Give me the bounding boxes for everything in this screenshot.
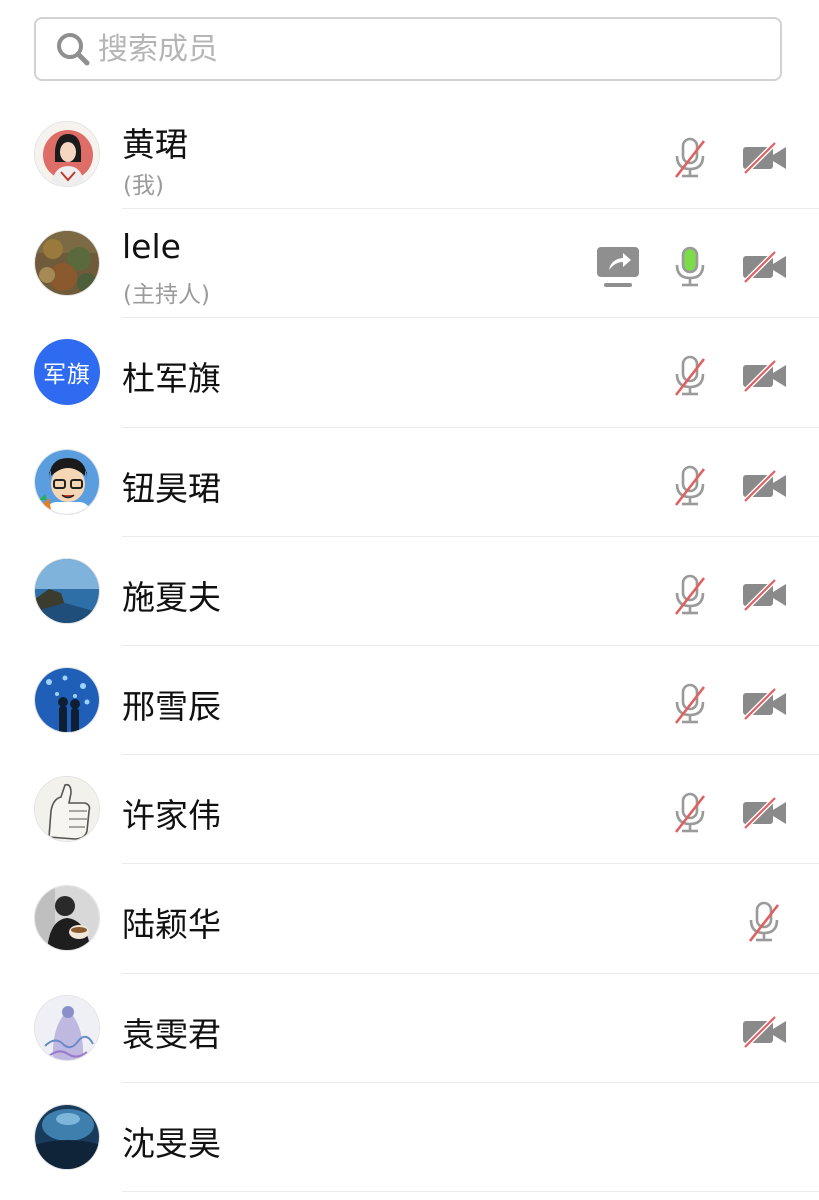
member-role: (主持人) <box>123 282 210 309</box>
mic-muted-icon[interactable] <box>668 354 712 398</box>
camera-off-icon[interactable] <box>740 136 790 180</box>
row-divider <box>122 1190 819 1192</box>
camera-off-icon[interactable] <box>740 791 790 835</box>
member-row[interactable]: 沈旻昊 <box>0 1083 819 1192</box>
member-name: lele <box>122 227 181 267</box>
avatar <box>34 448 100 515</box>
screen-share-icon[interactable] <box>594 245 642 289</box>
member-row[interactable]: 钮昊珺 <box>0 428 819 537</box>
camera-off-icon[interactable] <box>740 245 790 289</box>
member-name: 施夏夫 <box>122 577 221 617</box>
camera-off-icon[interactable] <box>740 1010 790 1054</box>
member-row[interactable]: 军旗 杜军旗 <box>0 318 819 428</box>
camera-off-icon[interactable] <box>740 682 790 726</box>
mic-muted-icon[interactable] <box>668 136 712 180</box>
member-name: 黄珺 <box>122 125 188 164</box>
search-input[interactable] <box>98 31 698 67</box>
member-name: 钮昊珺 <box>122 468 221 508</box>
avatar <box>34 776 100 843</box>
avatar <box>34 994 100 1061</box>
search-icon <box>54 30 92 68</box>
mic-muted-icon[interactable] <box>742 900 786 944</box>
avatar <box>34 1103 100 1170</box>
member-row[interactable]: 陆颖华 <box>0 864 819 974</box>
mic-muted-icon[interactable] <box>668 791 712 835</box>
member-name: 邢雪辰 <box>122 686 221 726</box>
mic-muted-icon[interactable] <box>668 464 712 508</box>
avatar-text: 军旗 <box>34 339 100 406</box>
mic-active-icon[interactable] <box>668 245 712 289</box>
avatar <box>34 666 100 733</box>
camera-off-icon[interactable] <box>740 354 790 398</box>
member-row[interactable]: 袁雯君 <box>0 974 819 1083</box>
avatar: 军旗 <box>34 339 100 406</box>
member-name: 杜军旗 <box>122 359 221 399</box>
member-role: (我) <box>123 173 164 199</box>
camera-off-icon[interactable] <box>740 464 790 508</box>
avatar <box>34 885 100 952</box>
search-box[interactable] <box>34 17 782 81</box>
member-list: 黄珺 (我) lele (主持人) 军旗 杜军旗 钮昊珺 施夏夫 邢雪辰 许家伟… <box>0 100 819 1192</box>
member-row[interactable]: 黄珺 (我) <box>0 100 819 210</box>
mic-muted-icon[interactable] <box>668 573 712 617</box>
avatar <box>34 557 100 624</box>
camera-off-icon[interactable] <box>740 573 790 617</box>
member-row[interactable]: 施夏夫 <box>0 537 819 646</box>
member-row[interactable]: 许家伟 <box>0 755 819 865</box>
avatar <box>34 230 100 297</box>
avatar <box>34 121 100 187</box>
member-row[interactable]: lele (主持人) <box>0 209 819 319</box>
member-name: 陆颖华 <box>122 905 221 945</box>
member-row[interactable]: 邢雪辰 <box>0 646 819 756</box>
mic-muted-icon[interactable] <box>668 682 712 726</box>
member-name: 沈旻昊 <box>122 1123 221 1163</box>
member-name: 许家伟 <box>122 796 221 836</box>
member-name: 袁雯君 <box>122 1014 221 1054</box>
